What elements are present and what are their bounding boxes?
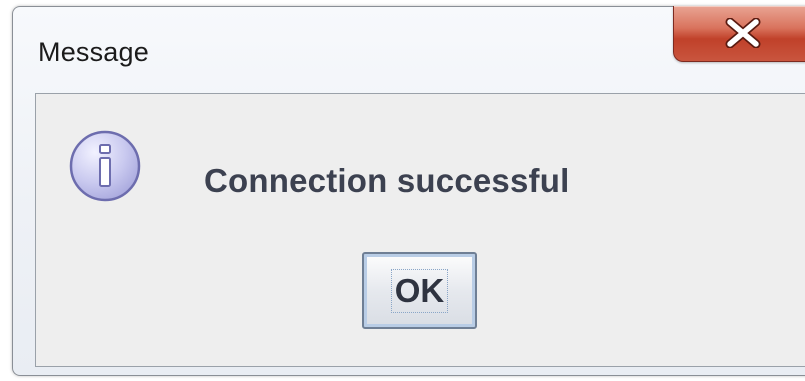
dialog-content: Connection successful OK <box>35 93 805 367</box>
close-icon <box>725 18 761 48</box>
ok-button-label: OK <box>390 268 449 313</box>
information-icon <box>69 130 141 202</box>
message-text: Connection successful <box>204 162 570 199</box>
title-bar[interactable]: Message <box>13 6 805 93</box>
ok-button[interactable]: OK <box>362 252 477 329</box>
message-dialog: Message Connection successful OK <box>12 6 805 376</box>
close-button[interactable] <box>673 6 805 62</box>
dialog-title: Message <box>38 37 149 67</box>
